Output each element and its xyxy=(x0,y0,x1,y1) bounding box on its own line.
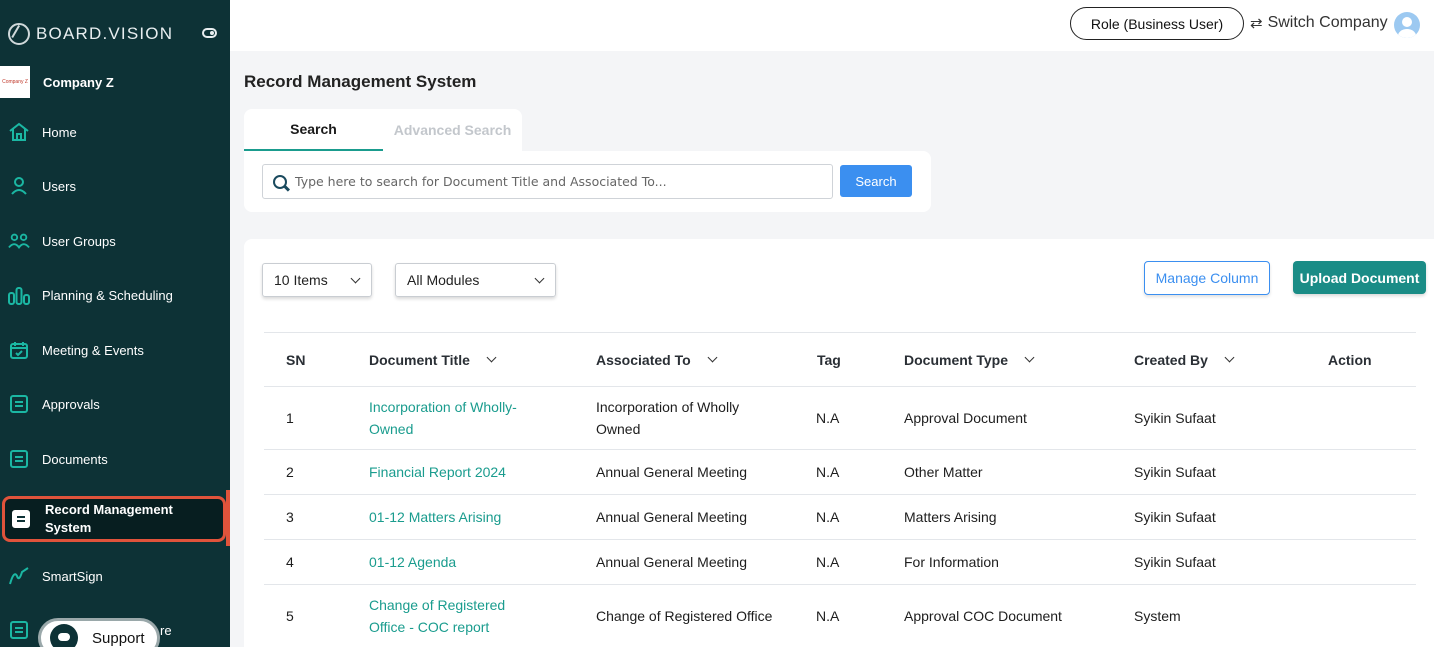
support-button[interactable]: Support xyxy=(38,618,160,647)
document-title-link[interactable]: 01-12 Matters Arising xyxy=(369,495,501,539)
table-row: 3 01-12 Matters Arising Annual General M… xyxy=(264,495,1416,540)
active-indicator xyxy=(226,490,230,546)
tab-advanced-search[interactable]: Advanced Search xyxy=(383,109,522,151)
switch-company-button[interactable]: ⇄ Switch Company xyxy=(1250,14,1388,32)
sidebar-item-user-groups[interactable]: User Groups xyxy=(0,221,230,261)
header-document-title[interactable]: Document Title xyxy=(369,333,497,386)
tab-search[interactable]: Search xyxy=(244,109,383,151)
table-row: 5 Change of Registered Office - COC repor… xyxy=(264,585,1416,647)
document-title-link[interactable]: Change of Registered Office - COC report xyxy=(369,585,505,647)
avatar[interactable] xyxy=(1394,12,1420,38)
planning-icon xyxy=(8,284,30,306)
brand-name: BOARD.VISION xyxy=(36,24,174,43)
user-icon xyxy=(8,175,30,197)
chevron-down-icon[interactable] xyxy=(707,352,718,363)
search-icon xyxy=(273,174,287,189)
switch-company-label: Switch Company xyxy=(1267,14,1388,31)
record-icon xyxy=(10,508,32,530)
upload-document-button[interactable]: Upload Document xyxy=(1293,261,1426,294)
sidebar-item-users[interactable]: Users xyxy=(0,166,230,206)
user-group-icon xyxy=(8,230,30,252)
sidebar-item-approvals[interactable]: Approvals xyxy=(0,384,230,424)
table-row: 2 Financial Report 2024 Annual General M… xyxy=(264,450,1416,495)
company-name: Company Z xyxy=(43,74,114,90)
search-tabs: Search Advanced Search xyxy=(244,109,522,151)
page-title: Record Management System xyxy=(244,72,477,91)
calendar-icon xyxy=(8,339,30,361)
sidebar-toggle-icon[interactable] xyxy=(202,28,217,38)
search-input[interactable]: Type here to search for Document Title a… xyxy=(262,164,833,199)
chat-icon xyxy=(50,624,78,647)
sidebar-item-record-management[interactable]: Record Management System xyxy=(2,496,226,542)
board-vision-logo-icon xyxy=(8,23,30,45)
chevron-down-icon[interactable] xyxy=(1224,352,1235,363)
role-button[interactable]: Role (Business User) xyxy=(1070,7,1244,40)
table-row: 1 Incorporation of Wholly- Owned Incorpor… xyxy=(264,387,1416,450)
chevron-down-icon[interactable] xyxy=(486,352,497,363)
sidebar-item-documents[interactable]: Documents xyxy=(0,439,230,479)
chevron-down-icon xyxy=(350,273,361,284)
table-row: 4 01-12 Agenda Annual General Meeting N.… xyxy=(264,540,1416,585)
partial-icon xyxy=(8,619,30,641)
table-header: SN Document Title Associated To Tag Docu… xyxy=(264,332,1416,387)
header-tag: Tag xyxy=(817,351,841,368)
company-selector[interactable]: Company Z Company Z xyxy=(0,66,114,98)
support-label: Support xyxy=(92,629,145,647)
brand-logo[interactable]: BOARD.VISION xyxy=(8,20,173,48)
search-placeholder: Type here to search for Document Title a… xyxy=(295,174,667,189)
manage-column-button[interactable]: Manage Column xyxy=(1144,261,1270,295)
header-sn: SN xyxy=(286,351,306,368)
home-icon xyxy=(8,121,30,143)
chevron-down-icon xyxy=(534,273,545,284)
search-panel: Type here to search for Document Title a… xyxy=(244,151,931,212)
switch-arrows-icon: ⇄ xyxy=(1250,15,1263,32)
header-document-type[interactable]: Document Type xyxy=(904,333,1035,386)
document-title-link[interactable]: Incorporation of Wholly- Owned xyxy=(369,387,517,449)
module-filter-select[interactable]: All Modules xyxy=(395,263,556,297)
sidebar: BOARD.VISION Company Z Company Z Home Us… xyxy=(0,0,230,647)
document-title-link[interactable]: Financial Report 2024 xyxy=(369,450,506,494)
chevron-down-icon[interactable] xyxy=(1024,352,1035,363)
company-logo: Company Z xyxy=(0,66,30,98)
sidebar-item-meetings[interactable]: Meeting & Events xyxy=(0,330,230,370)
items-per-page-select[interactable]: 10 Items xyxy=(262,263,372,297)
header-associated-to[interactable]: Associated To xyxy=(596,333,718,386)
header-action: Action xyxy=(1328,351,1372,368)
documents-icon xyxy=(8,448,30,470)
sidebar-item-smartsign[interactable]: SmartSign xyxy=(0,556,230,596)
top-bar: Role (Business User) ⇄ Switch Company xyxy=(230,0,1434,51)
search-button[interactable]: Search xyxy=(840,165,912,197)
document-title-link[interactable]: 01-12 Agenda xyxy=(369,540,456,584)
sidebar-item-planning[interactable]: Planning & Scheduling xyxy=(0,275,230,315)
header-created-by[interactable]: Created By xyxy=(1134,333,1235,386)
documents-table-card: 10 Items All Modules Manage Column Uploa… xyxy=(244,239,1434,647)
signature-icon xyxy=(8,565,30,587)
approvals-icon xyxy=(8,393,30,415)
sidebar-item-home[interactable]: Home xyxy=(0,112,230,152)
